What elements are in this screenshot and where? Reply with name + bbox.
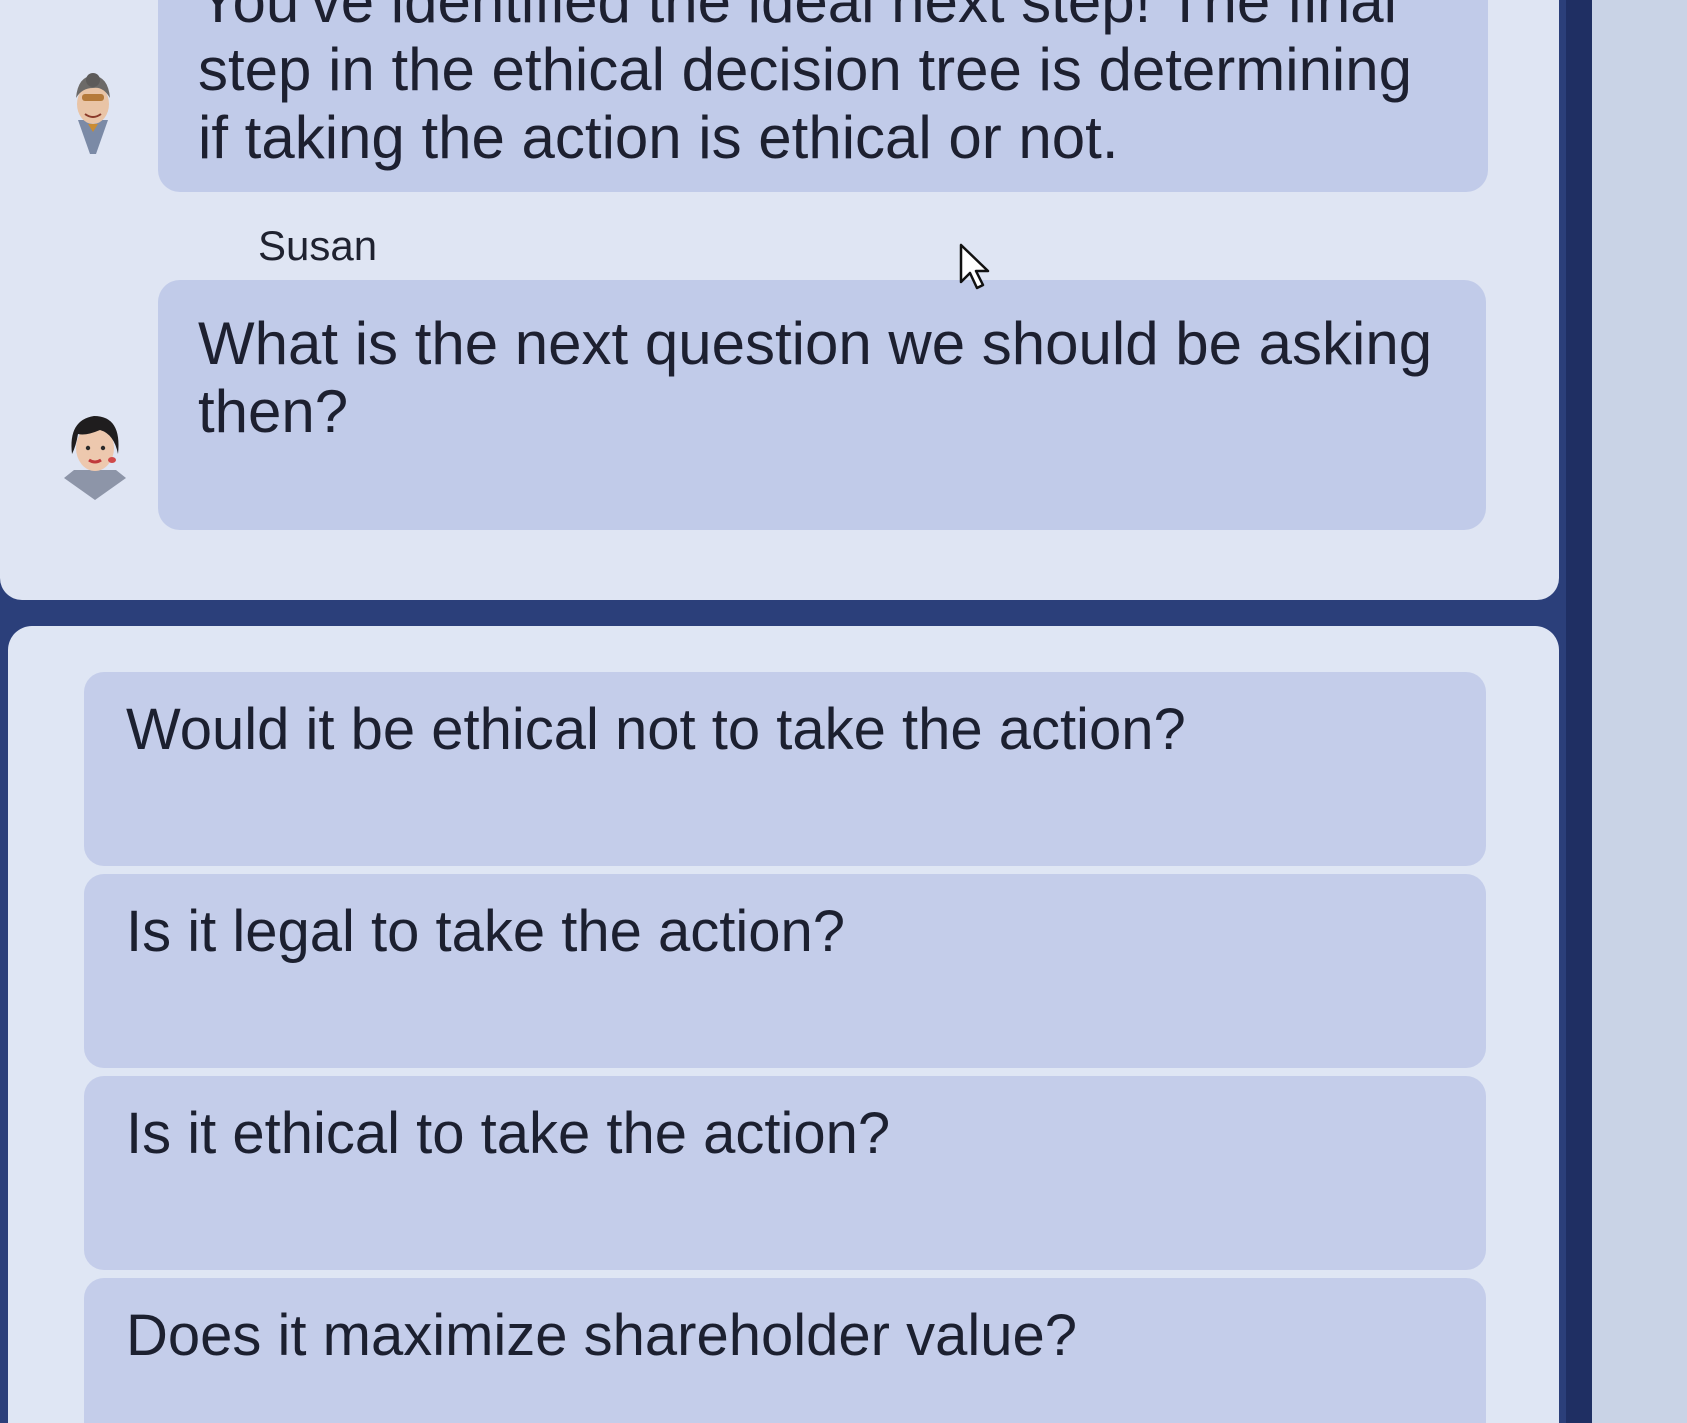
speaker-name: Susan bbox=[258, 222, 378, 269]
background-strip bbox=[1592, 0, 1687, 1423]
answer-option-label: Is it ethical to take the action? bbox=[126, 1101, 891, 1166]
message-line: then? bbox=[198, 378, 349, 445]
guide-message-bubble: You've identified the ideal next step! T… bbox=[158, 0, 1488, 192]
susan-message-bubble: What is the next question we should be a… bbox=[158, 280, 1486, 530]
answer-option[interactable]: Is it legal to take the action? bbox=[84, 874, 1486, 1068]
message-line: You've identified the ideal next step! T… bbox=[198, 0, 1397, 35]
answer-option[interactable]: Is it ethical to take the action? bbox=[84, 1076, 1486, 1270]
answer-option-label: Would it be ethical not to take the acti… bbox=[126, 697, 1186, 762]
answer-option-label: Does it maximize shareholder value? bbox=[126, 1303, 1077, 1368]
message-line: step in the ethical decision tree is det… bbox=[198, 36, 1413, 103]
answer-option[interactable]: Does it maximize shareholder value? bbox=[84, 1278, 1486, 1423]
answer-option-label: Is it legal to take the action? bbox=[126, 899, 845, 964]
answer-option[interactable]: Would it be ethical not to take the acti… bbox=[84, 672, 1486, 866]
answer-options-panel: Would it be ethical not to take the acti… bbox=[8, 626, 1559, 1423]
chat-panel: You've identified the ideal next step! T… bbox=[0, 0, 1559, 600]
susan-avatar-icon bbox=[50, 404, 140, 514]
message-line: if taking the action is ethical or not. bbox=[198, 104, 1119, 171]
window-frame-edge bbox=[1566, 0, 1592, 1423]
guide-avatar-icon bbox=[48, 68, 138, 178]
mouse-cursor-icon bbox=[958, 242, 994, 294]
message-line: What is the next question we should be a… bbox=[198, 310, 1433, 377]
